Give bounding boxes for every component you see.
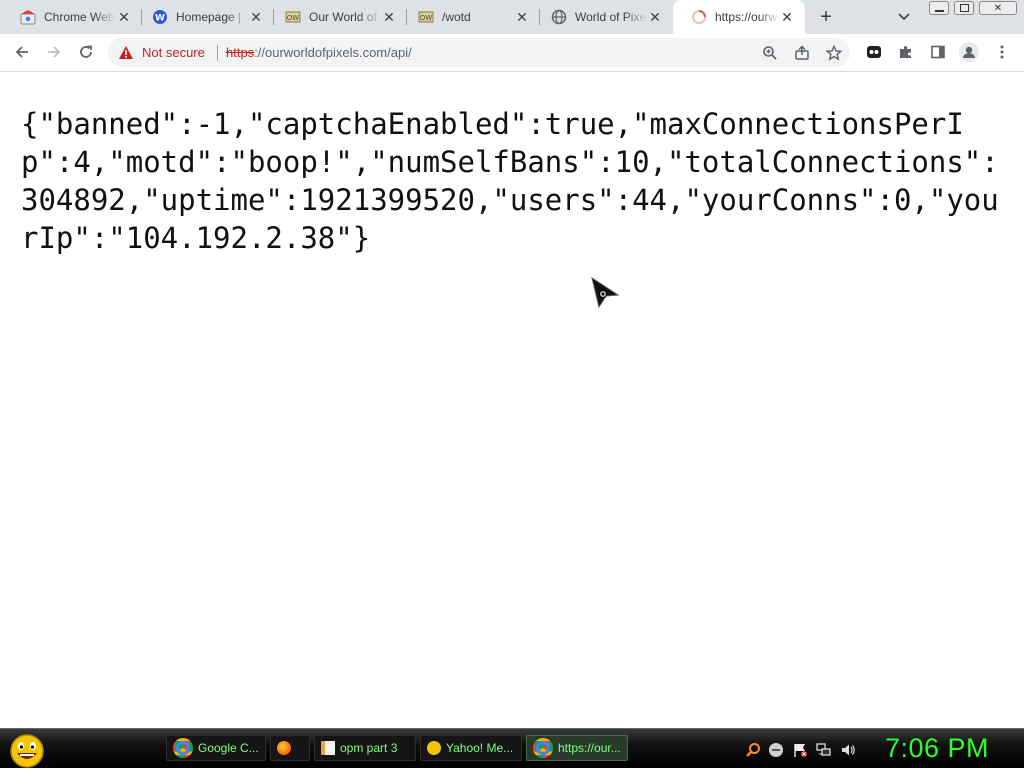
close-window-button[interactable]: ✕ [979, 1, 1017, 15]
taskbar-item-opm-part-3[interactable]: opm part 3 [314, 735, 416, 761]
share-icon[interactable] [792, 43, 812, 63]
restore-icon [959, 4, 969, 12]
warning-icon[interactable] [118, 45, 134, 65]
new-tab-button[interactable]: + [814, 6, 838, 28]
url-text[interactable]: https://ourworldofpixels.com/api/ [226, 45, 412, 60]
tab-strip: Chrome Web Store ✕ W Homepage | ✕ OW Our… [0, 0, 1024, 34]
taskbar-item-yahoo-messenger[interactable]: Yahoo! Me... [420, 735, 522, 761]
search-icon[interactable] [745, 742, 761, 758]
menu-button[interactable] [990, 40, 1014, 64]
chrome-icon [533, 738, 553, 758]
plus-icon: + [820, 5, 832, 28]
close-tab-icon[interactable]: ✕ [779, 9, 795, 25]
system-clock[interactable]: 7:06 PM [885, 733, 989, 764]
close-tab-icon[interactable]: ✕ [248, 9, 264, 25]
reload-button[interactable] [74, 40, 98, 64]
tab-wotd[interactable]: OW /wotd ✕ [400, 0, 540, 34]
close-tab-icon[interactable]: ✕ [647, 9, 663, 25]
kebab-menu-icon [1000, 45, 1004, 59]
owop-icon: OW [418, 9, 434, 25]
tab-world-of-pixels[interactable]: World of Pixels ✕ [533, 0, 673, 34]
chrome-icon [173, 738, 193, 758]
forward-arrow-icon [48, 46, 61, 58]
mouse-cursor-icon [591, 277, 620, 309]
messenger-status-icon[interactable] [768, 742, 784, 758]
url-host-path: ://ourworldofpixels.com/api/ [254, 45, 412, 60]
taskbar-item-firefox[interactable] [270, 735, 310, 761]
close-icon: ✕ [993, 2, 1003, 14]
taskbar: Google C... opm part 3 Yahoo! Me... http… [0, 728, 1024, 768]
api-json-response: {"banned":-1,"captchaEnabled":true,"maxC… [21, 107, 999, 255]
back-button[interactable] [10, 40, 34, 64]
taskbar-item-chrome[interactable]: Google C... [166, 735, 266, 761]
tab-search-button[interactable] [893, 8, 915, 26]
page-content: {"banned":-1,"captchaEnabled":true,"maxC… [0, 72, 1024, 728]
extension-app-icon [867, 46, 881, 58]
network-icon[interactable] [816, 742, 832, 758]
puzzle-icon [900, 46, 911, 58]
forward-button[interactable] [42, 40, 66, 64]
restore-window-button[interactable] [954, 1, 974, 15]
svg-text:OW: OW [287, 14, 300, 22]
tab-homepage[interactable]: W Homepage | ✕ [134, 0, 274, 34]
owop-icon: OW [285, 9, 301, 25]
address-bar[interactable]: Not secure https://ourworldofpixels.com/… [108, 38, 850, 67]
firefox-icon [277, 741, 291, 755]
close-tab-icon[interactable]: ✕ [514, 9, 530, 25]
taskbar-item-chrome-api[interactable]: https://our... [526, 735, 628, 761]
avatar-icon [959, 42, 979, 62]
minimize-window-button[interactable] [929, 1, 949, 15]
action-center-flag-icon[interactable] [792, 742, 808, 758]
document-icon [321, 741, 335, 755]
tab-chrome-web-store[interactable]: Chrome Web Store ✕ [2, 0, 142, 34]
smiley-start-icon [10, 734, 44, 768]
zoom-icon[interactable] [760, 43, 780, 63]
w-globe-icon: W [152, 9, 168, 25]
security-status-text[interactable]: Not secure [142, 45, 205, 60]
svg-text:W: W [155, 14, 165, 24]
start-button[interactable] [7, 732, 47, 768]
chrome-web-store-icon [20, 9, 36, 25]
close-tab-icon[interactable]: ✕ [116, 9, 132, 25]
back-arrow-icon [15, 46, 28, 58]
tab-our-world-of-pixels[interactable]: OW Our World of Pixels ✕ [267, 0, 407, 34]
loading-icon [691, 9, 707, 25]
side-panel-icon [931, 45, 945, 59]
minimize-icon [934, 9, 944, 12]
close-tab-icon[interactable]: ✕ [381, 9, 397, 25]
url-divider [217, 45, 218, 61]
chevron-down-icon [898, 13, 910, 21]
extensions-button[interactable] [894, 40, 918, 64]
reload-icon [80, 45, 92, 58]
tab-api-active[interactable]: https://ourworldofpixels.com/api/ ✕ [673, 0, 805, 34]
speaker-icon[interactable] [840, 742, 856, 758]
globe-icon [551, 9, 567, 25]
side-panel-button[interactable] [926, 40, 950, 64]
profile-button[interactable] [957, 40, 981, 64]
yahoo-messenger-icon [427, 741, 441, 755]
url-scheme: https [226, 45, 255, 60]
bookmark-star-icon[interactable] [824, 43, 844, 63]
browser-toolbar: Not secure https://ourworldofpixels.com/… [0, 34, 1024, 72]
svg-text:OW: OW [420, 14, 433, 22]
extension-button[interactable] [862, 40, 886, 64]
